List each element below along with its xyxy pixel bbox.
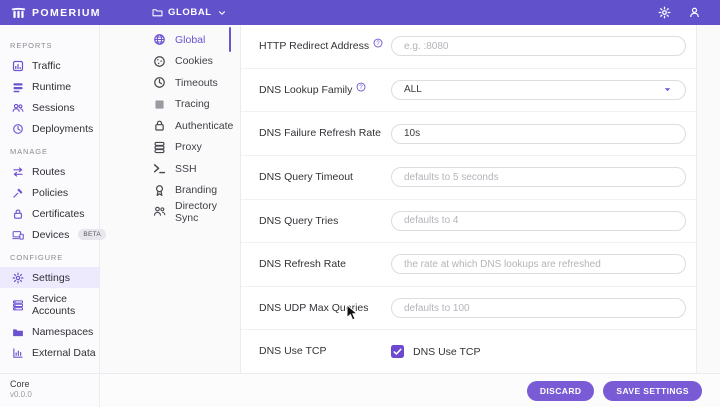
action-bar: DISCARD SAVE SETTINGS — [100, 373, 720, 407]
dns-refresh-rate-input[interactable]: the rate at which DNS lookups are refres… — [391, 254, 686, 275]
sidebar-footer: Core v0.0.0 — [0, 373, 100, 407]
lock-icon — [153, 119, 166, 132]
top-bar: POMERIUM GLOBAL — [0, 0, 720, 25]
sidebar-item-external-data[interactable]: External Data — [0, 342, 99, 363]
dns-query-timeout-input[interactable]: defaults to 5 seconds — [391, 167, 686, 188]
product-name: Core — [10, 379, 30, 389]
caret-down-icon — [662, 84, 673, 95]
lock-icon — [12, 208, 24, 220]
subnav-item-ssh[interactable]: SSH — [100, 158, 232, 180]
subnav-item-branding[interactable]: Branding — [100, 180, 232, 202]
sidebar-item-certificates[interactable]: Certificates — [0, 203, 99, 224]
sidebar-item-sessions[interactable]: Sessions — [0, 97, 99, 118]
active-indicator — [228, 27, 231, 52]
pomerium-logo-icon — [11, 7, 26, 19]
dns-lookup-family-select[interactable]: ALL — [391, 79, 686, 100]
gear-icon — [12, 272, 24, 284]
cookie-icon — [153, 55, 166, 68]
sidebar-item-policies[interactable]: Policies — [0, 182, 99, 203]
dns-failure-refresh-rate-input[interactable]: 10s — [391, 123, 686, 144]
person-icon[interactable] — [688, 6, 701, 19]
sidebar-item-deployments[interactable]: Deployments — [0, 118, 99, 139]
dns-use-tcp-checkbox[interactable]: DNS Use TCP — [391, 345, 686, 359]
sidebar-item-runtime[interactable]: Runtime — [0, 76, 99, 97]
sidebar: REPORTS Traffic Runtime Sessions Deploym… — [0, 25, 107, 373]
field-label: DNS Refresh Rate — [259, 258, 346, 271]
history-icon — [12, 123, 24, 135]
field-label: DNS Lookup Family — [259, 83, 353, 96]
folder-icon — [152, 7, 163, 18]
square-icon — [153, 98, 166, 111]
context-label: GLOBAL — [168, 7, 212, 18]
form-row-dns-udp-max-queries: DNS UDP Max Queries defaults to 100 — [241, 287, 696, 331]
sidebar-section-label: MANAGE — [10, 147, 48, 156]
field-label: DNS UDP Max Queries — [259, 301, 369, 314]
subnav-item-proxy[interactable]: Proxy — [100, 137, 232, 159]
stack-icon — [153, 141, 166, 154]
field-label: DNS Query Tries — [259, 214, 339, 227]
subnav-item-timeouts[interactable]: Timeouts — [100, 72, 232, 94]
data-icon — [12, 347, 24, 359]
subnav-item-authenticate[interactable]: Authenticate — [100, 115, 233, 137]
form-row-dns-failure-refresh-rate: DNS Failure Refresh Rate 10s — [241, 112, 696, 156]
gavel-icon — [12, 187, 24, 199]
settings-form: HTTP Redirect Address e.g. :8080 DNS Loo… — [240, 25, 697, 373]
sidebar-item-namespaces[interactable]: Namespaces — [0, 321, 99, 342]
directory-icon — [153, 205, 166, 218]
beta-badge: BETA — [78, 229, 107, 240]
terminal-icon — [153, 162, 166, 175]
sidebar-section-label: REPORTS — [10, 41, 53, 50]
people-icon — [12, 102, 24, 114]
folder-icon — [12, 326, 24, 338]
list-icon — [12, 299, 24, 311]
context-switcher[interactable]: GLOBAL — [152, 7, 227, 18]
settings-subnav: Global Cookies Timeouts Tracing Authenti… — [100, 25, 233, 224]
bars-icon — [12, 81, 24, 93]
chevron-down-icon — [217, 8, 227, 18]
checkbox[interactable] — [391, 345, 404, 359]
form-row-dns-query-timeout: DNS Query Timeout defaults to 5 seconds — [241, 156, 696, 200]
check-icon — [392, 346, 403, 357]
form-row-dns-refresh-rate: DNS Refresh Rate the rate at which DNS l… — [241, 243, 696, 287]
discard-button[interactable]: DISCARD — [526, 380, 595, 401]
field-label: DNS Use TCP — [259, 345, 327, 358]
form-row-dns-lookup-family: DNS Lookup Family ALL — [241, 69, 696, 113]
subnav-item-tracing[interactable]: Tracing — [100, 94, 232, 116]
checkbox-label: DNS Use TCP — [413, 345, 481, 358]
subnav-item-cookies[interactable]: Cookies — [100, 51, 232, 73]
devices-icon — [12, 229, 24, 241]
subnav-item-global[interactable]: Global — [100, 27, 232, 52]
form-row-dns-query-tries: DNS Query Tries defaults to 4 — [241, 200, 696, 244]
sidebar-section-label: CONFIGURE — [10, 253, 64, 262]
brand-name: POMERIUM — [32, 6, 101, 19]
subnav-item-directory-sync[interactable]: Directory Sync — [100, 200, 232, 224]
dns-query-tries-input[interactable]: defaults to 4 — [391, 210, 686, 231]
dns-udp-max-queries-input[interactable]: defaults to 100 — [391, 298, 686, 319]
field-label: HTTP Redirect Address — [259, 40, 370, 53]
brand[interactable]: POMERIUM — [0, 7, 138, 19]
field-label: DNS Query Timeout — [259, 170, 353, 183]
help-icon[interactable] — [373, 38, 383, 48]
routes-icon — [12, 166, 24, 178]
sidebar-item-settings[interactable]: Settings — [0, 267, 99, 288]
product-version: v0.0.0 — [10, 390, 32, 399]
save-settings-button[interactable]: SAVE SETTINGS — [603, 380, 702, 401]
form-row-http-redirect-address: HTTP Redirect Address e.g. :8080 — [241, 25, 696, 69]
http-redirect-address-input[interactable]: e.g. :8080 — [391, 36, 686, 57]
clock-icon — [153, 76, 166, 89]
sidebar-item-traffic[interactable]: Traffic — [0, 55, 99, 76]
chart-icon — [12, 60, 24, 72]
award-icon — [153, 184, 166, 197]
sidebar-item-routes[interactable]: Routes — [0, 161, 99, 182]
gear-icon[interactable] — [658, 6, 671, 19]
globe-icon — [153, 33, 166, 46]
help-icon[interactable] — [356, 82, 366, 92]
sidebar-item-service-accounts[interactable]: Service Accounts — [0, 288, 99, 321]
field-label: DNS Failure Refresh Rate — [259, 127, 381, 140]
sidebar-item-devices[interactable]: Devices BETA — [0, 224, 107, 245]
form-row-dns-use-tcp: DNS Use TCP DNS Use TCP — [241, 330, 696, 373]
